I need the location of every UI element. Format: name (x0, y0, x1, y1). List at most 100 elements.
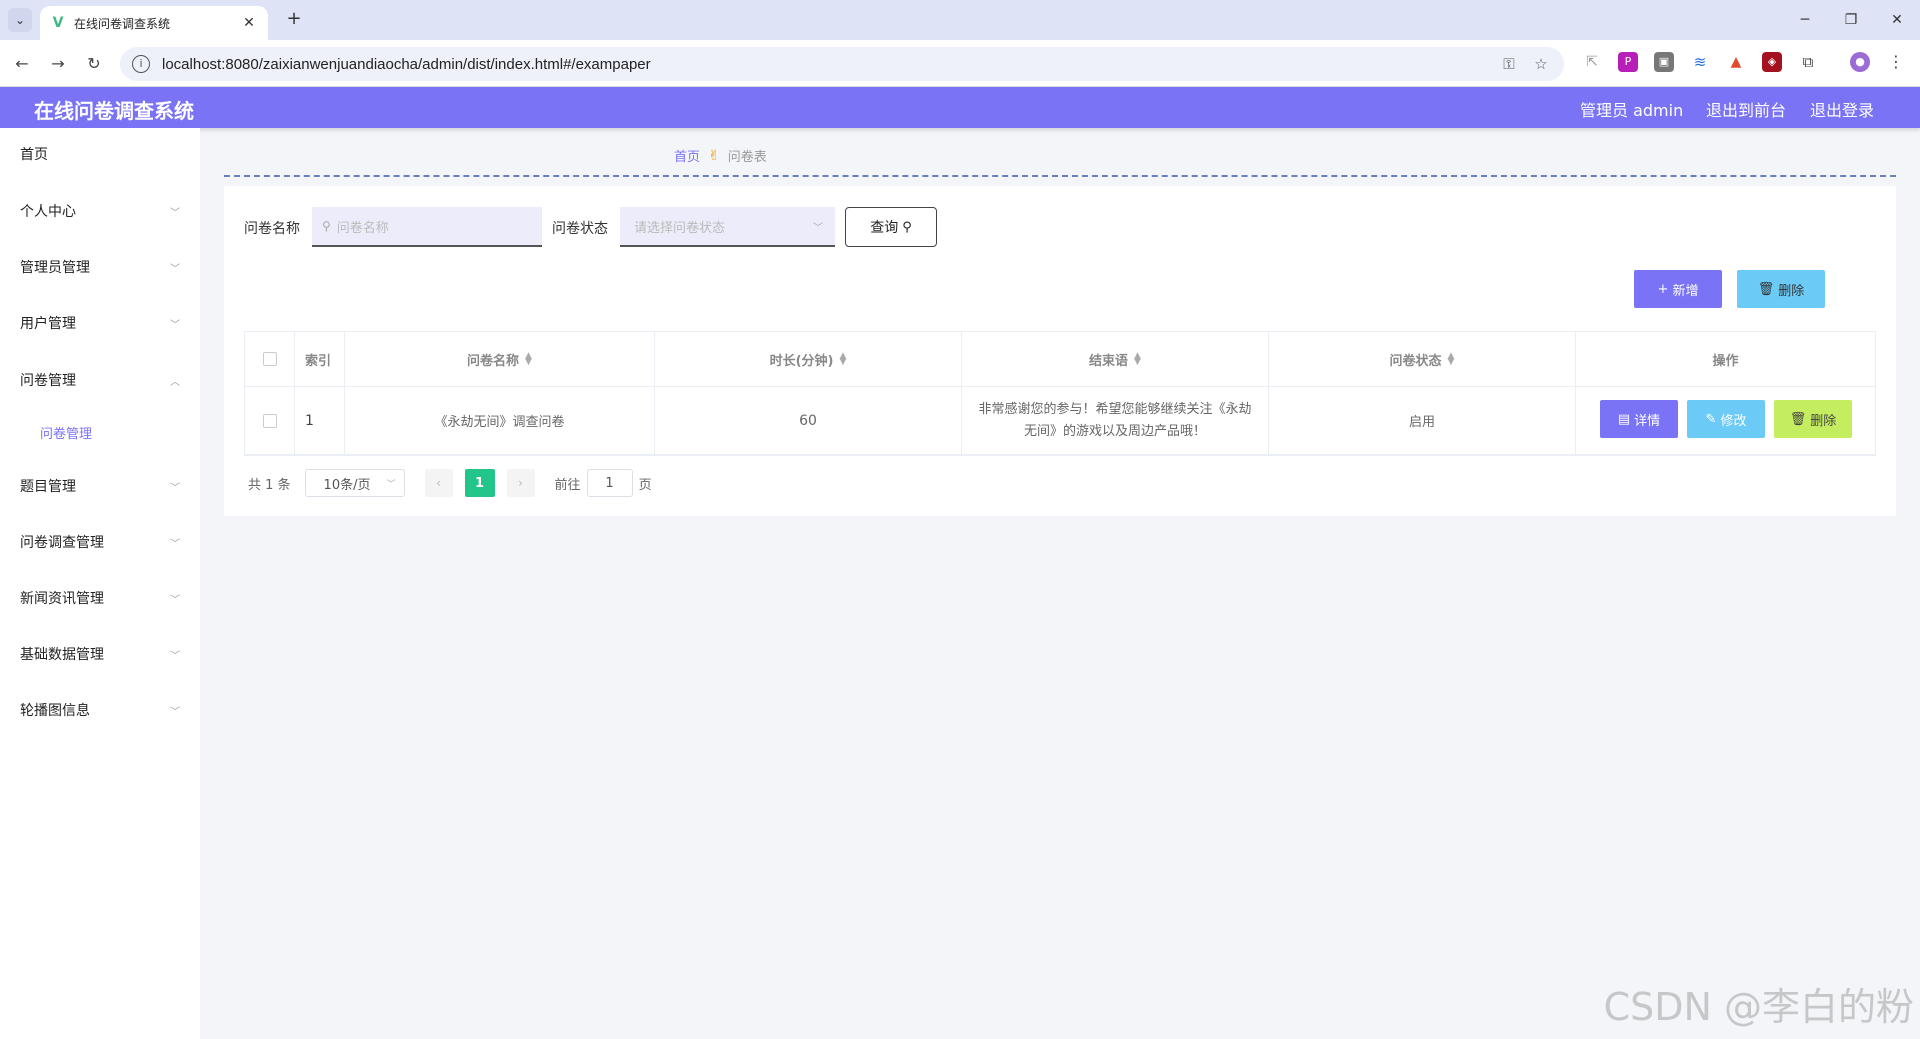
row-actions: ▤ 详情 ✎ 修改 🗑 删除 (1576, 387, 1875, 454)
prev-page-button[interactable]: ‹ (424, 469, 453, 497)
minimize-button[interactable]: ─ (1790, 8, 1820, 32)
tab-title: 在线问卷调查系统 (74, 16, 171, 31)
row-delete-button[interactable]: 🗑 删除 (1774, 400, 1852, 438)
extension-tree-icon[interactable]: ▲ (1726, 52, 1746, 72)
chevron-down-icon: ﹀ (170, 263, 180, 275)
window-close-button[interactable]: ✕ (1882, 8, 1912, 32)
exit-to-front-link[interactable]: 退出到前台 (1706, 97, 1786, 121)
tab-search-button[interactable]: ⌄ (8, 8, 32, 32)
sidebar-item-home[interactable]: 首页 (0, 134, 200, 174)
extension-pp-icon[interactable]: P (1618, 52, 1638, 72)
breadcrumb-home[interactable]: 首页 (674, 146, 700, 165)
table-row: 1 《永劫无间》调查问卷 60 非常感谢您的参与！希望您能够继续关注《永劫无间》… (245, 387, 1875, 455)
sidebar-subitem-questionnaire[interactable]: 问卷管理 (0, 414, 200, 450)
sort-icon[interactable]: ▲ ▼ (839, 352, 846, 367)
edit-button[interactable]: ✎ 修改 (1687, 400, 1765, 438)
query-button[interactable]: 查询 ⚲ (845, 207, 937, 247)
batch-delete-button[interactable]: 🗑 删除 (1737, 270, 1825, 308)
sidebar-item-base-data-management[interactable]: 基础数据管理 ﹀ (0, 634, 200, 674)
extensions-puzzle-icon[interactable]: ⧉ (1798, 52, 1818, 72)
column-header-name-label: 问卷名称 (467, 353, 520, 369)
sidebar: 首页 个人中心 ﹀ 管理员管理 ﹀ 用户管理 ﹀ 问卷管理 ︿ 问卷管理 题目管理 ﹀ 问… (0, 128, 200, 1039)
row-closing: 非常感谢您的参与！希望您能够继续关注《永劫无间》的游戏以及周边产品哦！ (962, 387, 1269, 454)
sort-icon[interactable]: ▲ ▼ (525, 352, 532, 367)
page-number-current[interactable]: 1 (464, 469, 495, 497)
breadcrumb: 首页 ✌ 问卷表 (674, 146, 767, 166)
password-key-icon[interactable]: ⚿ (1498, 55, 1520, 73)
sidebar-item-survey-management[interactable]: 问卷调查管理 ﹀ (0, 522, 200, 562)
column-header-closing[interactable]: 结束语 ▲ ▼ (962, 332, 1269, 386)
status-filter-label: 问卷状态 (552, 221, 608, 237)
current-user-label[interactable]: 管理员 admin (1580, 97, 1683, 121)
row-checkbox[interactable] (262, 413, 277, 428)
row-duration: 60 (655, 387, 962, 454)
select-all-cell (245, 332, 295, 386)
address-bar[interactable]: i localhost:8080/zaixianwenjuandiaocha/a… (120, 47, 1564, 81)
table-header: 索引 问卷名称 ▲ ▼ 时长(分钟) ▲ ▼ 结束语 ▲ ▼ 问卷状态 ▲ ▼ 操作 (245, 332, 1875, 387)
restore-button[interactable]: ❐ (1836, 8, 1866, 32)
divider (224, 175, 1896, 177)
name-search-input[interactable]: ⚲ 问卷名称 (312, 207, 542, 247)
forward-icon[interactable]: → (46, 52, 70, 76)
detail-button[interactable]: ▤ 详情 (1600, 400, 1678, 438)
sidebar-item-admin-management[interactable]: 管理员管理 ﹀ (0, 247, 200, 287)
chevron-up-icon: ︿ (170, 376, 180, 388)
column-header-duration[interactable]: 时长(分钟) ▲ ▼ (655, 332, 962, 386)
hand-icon: ✌ (708, 147, 720, 164)
sort-icon[interactable]: ▲ ▼ (1448, 352, 1455, 367)
sort-icon[interactable]: ▲ ▼ (1134, 352, 1141, 367)
browser-tab[interactable]: V 在线问卷调查系统 ✕ (40, 6, 268, 40)
extension-game-icon[interactable]: ▣ (1654, 52, 1674, 72)
chevron-down-icon: ﹀ (170, 650, 180, 662)
browser-menu-icon[interactable]: ⋮ (1886, 52, 1906, 72)
chevron-down-icon: ﹀ (386, 479, 396, 490)
logout-link[interactable]: 退出登录 (1810, 97, 1874, 121)
browser-toolbar: ← → ↻ i localhost:8080/zaixianwenjuandia… (0, 40, 1920, 87)
sidebar-item-label: 问卷管理 (20, 373, 76, 389)
new-tab-button[interactable]: + (282, 8, 306, 32)
reload-icon[interactable]: ↻ (82, 52, 106, 76)
sidebar-item-questionnaire-management[interactable]: 问卷管理 ︿ (0, 360, 200, 400)
extension-ublock-icon[interactable]: ◈ (1762, 52, 1782, 72)
row-index: 1 (295, 387, 345, 454)
goto-page-input[interactable]: 1 (586, 469, 633, 497)
watermark: CSDN @李白的粉 (1603, 985, 1914, 1029)
search-icon: ⚲ (902, 219, 912, 235)
column-header-name[interactable]: 问卷名称 ▲ ▼ (345, 332, 655, 386)
bookmark-star-icon[interactable]: ☆ (1530, 55, 1552, 73)
chevron-down-icon: ﹀ (170, 538, 180, 550)
row-name: 《永劫无间》调查问卷 (345, 387, 655, 454)
row-delete-label: 删除 (1810, 413, 1837, 429)
add-button[interactable]: + 新增 (1634, 270, 1722, 308)
row-status: 启用 (1269, 387, 1576, 454)
sidebar-item-carousel[interactable]: 轮播图信息 ﹀ (0, 690, 200, 730)
site-info-icon[interactable]: i (132, 55, 150, 73)
sidebar-item-label: 首页 (20, 147, 48, 163)
page-size-value: 10条/页 (323, 477, 371, 493)
trash-icon: 🗑 (1789, 411, 1807, 427)
breadcrumb-current: 问卷表 (727, 150, 767, 165)
goto-label: 前往 (554, 477, 581, 493)
extension-cursor-icon[interactable]: ⇱ (1582, 52, 1602, 72)
page-size-select[interactable]: 10条/页 ﹀ (304, 469, 405, 497)
sidebar-item-news-management[interactable]: 新闻资讯管理 ﹀ (0, 578, 200, 618)
query-button-label: 查询 (870, 220, 899, 236)
next-page-button[interactable]: › (506, 469, 535, 497)
pagination-total: 共 1 条 (248, 477, 291, 493)
column-header-status[interactable]: 问卷状态 ▲ ▼ (1269, 332, 1576, 386)
sidebar-item-user-management[interactable]: 用户管理 ﹀ (0, 303, 200, 343)
status-select[interactable]: 请选择问卷状态 ﹀ (620, 207, 835, 247)
back-icon[interactable]: ← (10, 52, 34, 76)
profile-avatar-icon[interactable]: ● (1850, 52, 1870, 72)
chevron-down-icon: ﹀ (813, 222, 823, 234)
vue-favicon-icon: V (52, 15, 64, 31)
close-icon[interactable]: ✕ (240, 15, 258, 31)
questionnaire-table: 索引 问卷名称 ▲ ▼ 时长(分钟) ▲ ▼ 结束语 ▲ ▼ 问卷状态 ▲ ▼ 操作 1 《永劫… (244, 331, 1876, 456)
url-text[interactable]: localhost:8080/zaixianwenjuandiaocha/adm… (162, 56, 1488, 73)
sidebar-item-question-management[interactable]: 题目管理 ﹀ (0, 466, 200, 506)
sidebar-item-personal-center[interactable]: 个人中心 ﹀ (0, 191, 200, 231)
extension-layers-icon[interactable]: ≋ (1690, 52, 1710, 72)
select-all-checkbox[interactable] (262, 352, 277, 366)
document-icon: ▤ (1617, 411, 1631, 427)
app-title: 在线问卷调查系统 (34, 99, 194, 123)
